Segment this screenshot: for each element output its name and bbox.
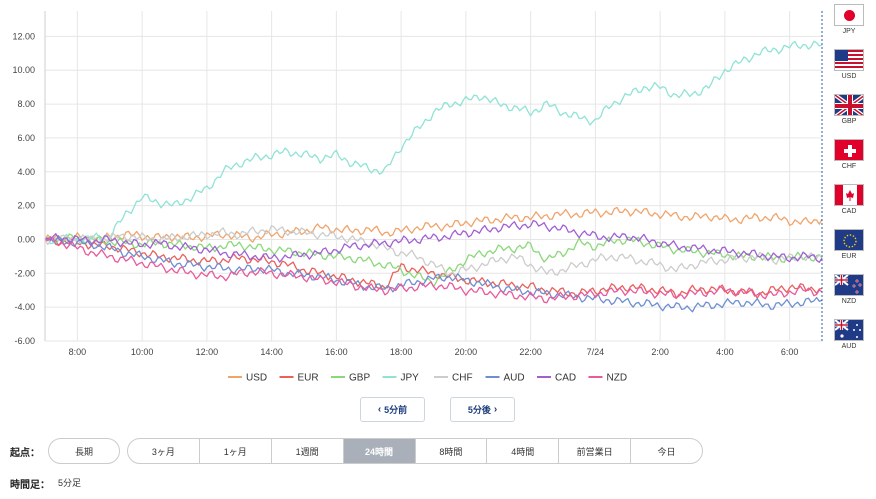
x-tick-label: 16:00 [325, 347, 348, 357]
period-option-button[interactable]: 1週間 [272, 439, 344, 463]
currency-toggle-nzd[interactable]: NZD [828, 274, 870, 316]
y-tick-label: -2.00 [14, 268, 35, 278]
y-tick-label: 2.00 [17, 201, 35, 211]
series-line-chf [44, 225, 823, 277]
x-tick-label: 22:00 [519, 347, 542, 357]
x-tick-label: 18:00 [390, 347, 413, 357]
y-tick-label: 6.00 [17, 133, 35, 143]
japan-flag-icon [834, 4, 864, 26]
eu-flag-icon [834, 229, 864, 251]
currency-toggle-cad[interactable]: CAD [828, 184, 870, 226]
y-tick-label: 10.00 [12, 65, 35, 75]
currency-code-label: JPY [842, 28, 856, 35]
series-line-jpy [44, 40, 823, 245]
legend-label-eur[interactable]: EUR [298, 373, 319, 384]
currency-code-label: AUD [841, 343, 857, 350]
chevron-left-icon: ‹ [377, 404, 382, 415]
canada-flag-icon [834, 184, 864, 206]
legend-label-cad[interactable]: CAD [555, 373, 576, 384]
y-tick-label: -6.00 [14, 336, 35, 346]
legend-label-jpy[interactable]: JPY [401, 373, 420, 384]
period-option-button[interactable]: 前営業日 [559, 439, 632, 463]
y-tick-label: -4.00 [14, 302, 35, 312]
currency-code-label: USD [841, 73, 857, 80]
x-tick-label: 12:00 [196, 347, 219, 357]
prev-5min-label: 5分前 [384, 405, 408, 415]
x-tick-label: 7/24 [587, 347, 605, 357]
currency-toggle-jpy[interactable]: JPY [828, 4, 870, 46]
currency-strength-chart: 12.00 10.00 8.00 6.00 4.00 2.00 0.00 -2.00 -4.00… [12, 11, 823, 384]
period-button-group: 3ヶ月 1ヶ月 1週間 24時間 8時間 4時間 前営業日 今日 [127, 438, 703, 464]
chart-series-lines [44, 40, 823, 313]
prev-5min-button[interactable]: ‹ 5分前 [360, 397, 425, 422]
next-5min-label: 5分後 [467, 405, 491, 415]
y-tick-label: 12.00 [12, 31, 35, 41]
legend-label-usd[interactable]: USD [246, 373, 267, 384]
currency-toggle-chf[interactable]: CHF [828, 139, 870, 181]
usa-flag-icon [834, 49, 864, 71]
chart-legend: USD EUR GBP JPY CHF AUD CAD NZD [228, 373, 627, 384]
period-option-button[interactable]: 今日 [631, 439, 702, 463]
x-tick-label: 20:00 [455, 347, 478, 357]
timeframe-label: 時間足： [10, 480, 50, 491]
period-label: 起点： [10, 448, 40, 459]
currency-code-label: CAD [841, 208, 857, 215]
y-tick-label: 4.00 [17, 167, 35, 177]
x-tick-label: 6:00 [781, 347, 799, 357]
currency-toggle-eur[interactable]: EUR [828, 229, 870, 271]
legend-label-aud[interactable]: AUD [504, 373, 525, 384]
series-line-eur [44, 236, 823, 299]
currency-code-label: CHF [841, 163, 857, 170]
uk-flag-icon [834, 94, 864, 116]
currency-code-label: NZD [841, 298, 857, 305]
period-option-button[interactable]: 4時間 [487, 439, 560, 463]
switzerland-flag-icon [834, 139, 864, 161]
period-option-button[interactable]: 8時間 [416, 439, 488, 463]
x-tick-label: 8:00 [69, 347, 87, 357]
currency-code-label: EUR [841, 253, 857, 260]
x-tick-label: 10:00 [131, 347, 154, 357]
currency-toggle-gbp[interactable]: GBP [828, 94, 870, 136]
currency-code-label: GBP [841, 118, 857, 125]
y-tick-label: 0.00 [17, 234, 35, 244]
x-tick-label: 2:00 [651, 347, 669, 357]
legend-label-nzd[interactable]: NZD [607, 373, 628, 384]
currency-toggle-usd[interactable]: USD [828, 49, 870, 91]
chevron-right-icon: › [493, 404, 498, 415]
next-5min-button[interactable]: 5分後 › [450, 397, 515, 422]
legend-label-gbp[interactable]: GBP [349, 373, 370, 384]
currency-toggle-aud[interactable]: AUD [828, 319, 870, 361]
legend-label-chf[interactable]: CHF [452, 373, 473, 384]
period-option-button[interactable]: 24時間 [343, 439, 416, 463]
period-option-button[interactable]: 1ヶ月 [200, 439, 272, 463]
x-tick-label: 4:00 [716, 347, 734, 357]
x-tick-label: 14:00 [260, 347, 283, 357]
period-long-button[interactable]: 長期 [48, 438, 120, 464]
australia-flag-icon [834, 319, 864, 341]
y-tick-label: 8.00 [17, 99, 35, 109]
period-option-button[interactable]: 3ヶ月 [128, 439, 200, 463]
timeframe-value: 5分足 [58, 478, 82, 488]
newzealand-flag-icon [834, 274, 864, 296]
